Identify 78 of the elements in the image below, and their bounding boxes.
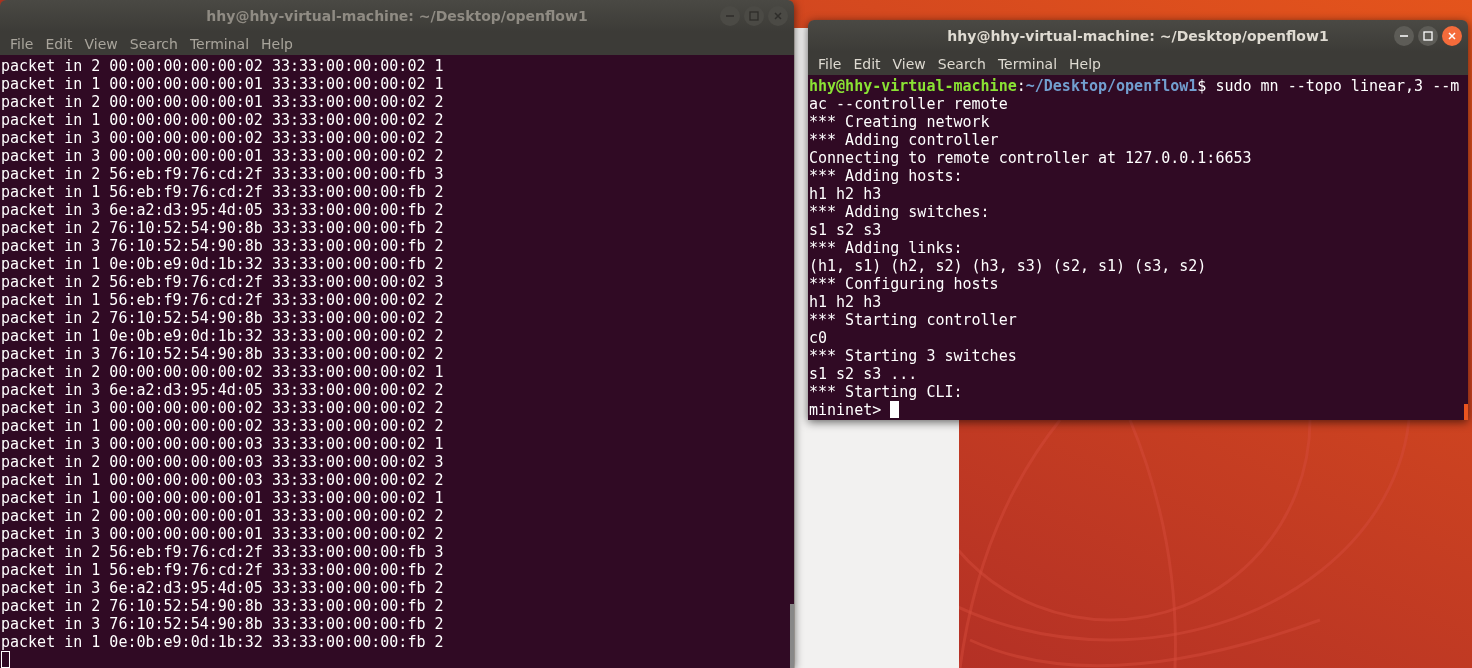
terminal-line: packet in 3 6e:a2:d3:95:4d:05 33:33:00:00:00:fb 2 — [1, 579, 444, 597]
terminal-line: *** Adding controller — [809, 131, 999, 149]
terminal-line: *** Starting 3 switches — [809, 347, 1017, 365]
terminal-line: packet in 2 56:eb:f9:76:cd:2f 33:33:00:00:00:02 3 — [1, 273, 444, 291]
terminal-line: packet in 3 6e:a2:d3:95:4d:05 33:33:00:00:00:fb 2 — [1, 201, 444, 219]
close-button[interactable] — [1442, 26, 1462, 46]
maximize-icon — [749, 11, 759, 21]
menu-item[interactable]: Terminal — [183, 35, 256, 52]
terminal-line: packet in 2 76:10:52:54:90:8b 33:33:00:00:00:02 2 — [1, 309, 444, 327]
shell-prompt: mininet> — [809, 401, 882, 419]
window-title: hhy@hhy-virtual-machine: ~/Desktop/openflow1 — [206, 8, 588, 24]
terminal-line: s1 s2 s3 ... — [809, 365, 918, 383]
scrollbar[interactable] — [790, 604, 794, 668]
menu-item[interactable]: Search — [123, 35, 184, 52]
terminal-line: packet in 3 00:00:00:00:00:01 33:33:00:00:00:02 2 — [1, 525, 444, 543]
menu-item[interactable]: Search — [931, 55, 992, 72]
terminal-line: packet in 3 00:00:00:00:00:01 33:33:00:00:00:02 2 — [1, 147, 444, 165]
command-text: $ sudo mn --topo linear,3 --m — [1197, 77, 1460, 95]
terminal-line: packet in 3 00:00:00:00:00:02 33:33:00:00:00:02 2 — [1, 399, 444, 417]
menu-item[interactable]: View — [78, 35, 124, 52]
terminal-line: packet in 1 0e:0b:e9:0d:1b:32 33:33:00:00:00:fb 2 — [1, 255, 444, 273]
menu-item[interactable]: Help — [255, 35, 299, 52]
prompt-separator: : — [1016, 77, 1026, 95]
terminal-line: *** Adding hosts: — [809, 167, 963, 185]
menu-item[interactable]: File — [4, 35, 40, 52]
terminal-line: packet in 2 00:00:00:00:00:02 33:33:00:00:00:02 1 — [1, 363, 444, 381]
terminal-line: *** Adding switches: — [809, 203, 990, 221]
prompt-path: ~/Desktop/openflow1 — [1025, 77, 1198, 95]
terminal-line: packet in 2 00:00:00:00:00:03 33:33:00:00:00:02 3 — [1, 453, 444, 471]
terminal-line: packet in 1 56:eb:f9:76:cd:2f 33:33:00:00:00:02 2 — [1, 291, 444, 309]
terminal-line: *** Adding links: — [809, 239, 963, 257]
terminal-line: packet in 1 00:00:00:00:00:02 33:33:00:00:00:02 2 — [1, 111, 444, 129]
terminal-line: h1 h2 h3 — [809, 185, 882, 203]
terminal-line: packet in 2 56:eb:f9:76:cd:2f 33:33:00:00:00:fb 3 — [1, 543, 444, 561]
terminal-line: s1 s2 s3 — [809, 221, 882, 239]
terminal-line: packet in 2 00:00:00:00:00:02 33:33:00:00:00:02 1 — [1, 57, 444, 75]
prompt-user: hhy@hhy-virtual-machine — [809, 77, 1017, 95]
terminal-line: *** Creating network — [809, 113, 990, 131]
terminal-line: c0 — [809, 329, 828, 347]
terminal-line: packet in 3 76:10:52:54:90:8b 33:33:00:00:00:fb 2 — [1, 237, 444, 255]
terminal-line: packet in 2 76:10:52:54:90:8b 33:33:00:00:00:fb 2 — [1, 597, 444, 615]
menu-item[interactable]: View — [886, 55, 932, 72]
terminal-line: packet in 1 00:00:00:00:00:01 33:33:00:00:00:02 1 — [1, 489, 444, 507]
terminal-line: packet in 3 76:10:52:54:90:8b 33:33:00:00:00:02 2 — [1, 345, 444, 363]
terminal-line: packet in 1 00:00:00:00:00:03 33:33:00:00:00:02 2 — [1, 471, 444, 489]
scrollbar[interactable] — [1464, 404, 1468, 420]
minimize-button[interactable] — [1394, 26, 1414, 46]
terminal-line: Connecting to remote controller at 127.0.0.1:6653 — [809, 149, 1252, 167]
maximize-icon — [1423, 31, 1433, 41]
terminal-line: packet in 1 0e:0b:e9:0d:1b:32 33:33:00:00:00:fb 2 — [1, 633, 444, 651]
terminal-line: packet in 2 56:eb:f9:76:cd:2f 33:33:00:00:00:fb 3 — [1, 165, 444, 183]
menu-item[interactable]: File — [812, 55, 848, 72]
terminal-line: ac --controller remote — [809, 95, 1008, 113]
terminal-line: packet in 2 76:10:52:54:90:8b 33:33:00:00:00:fb 2 — [1, 219, 444, 237]
terminal-line: packet in 1 00:00:00:00:00:01 33:33:00:00:00:02 1 — [1, 75, 444, 93]
terminal-line: packet in 3 6e:a2:d3:95:4d:05 33:33:00:00:00:02 2 — [1, 381, 444, 399]
terminal-line: packet in 1 00:00:00:00:00:02 33:33:00:00:00:02 2 — [1, 417, 444, 435]
menu-item[interactable]: Edit — [847, 55, 887, 72]
terminal-line: packet in 2 00:00:00:00:00:01 33:33:00:00:00:02 2 — [1, 507, 444, 525]
menu-item[interactable]: Edit — [39, 35, 79, 52]
terminal-line: packet in 3 76:10:52:54:90:8b 33:33:00:00:00:fb 2 — [1, 615, 444, 633]
terminal-line: *** Starting CLI: — [809, 383, 963, 401]
terminal-line: *** Starting controller — [809, 311, 1017, 329]
window-title: hhy@hhy-virtual-machine: ~/Desktop/openflow1 — [947, 28, 1329, 44]
close-icon — [1447, 31, 1457, 41]
terminal-line: h1 h2 h3 — [809, 293, 882, 311]
terminal-line: packet in 3 00:00:00:00:00:03 33:33:00:00:00:02 1 — [1, 435, 444, 453]
terminal-line: packet in 1 56:eb:f9:76:cd:2f 33:33:00:00:00:fb 2 — [1, 561, 444, 579]
close-icon — [773, 11, 783, 21]
maximize-button[interactable] — [1418, 26, 1438, 46]
terminal-line: packet in 1 56:eb:f9:76:cd:2f 33:33:00:00:00:fb 2 — [1, 183, 444, 201]
terminal-line: *** Configuring hosts — [809, 275, 999, 293]
terminal-line: packet in 3 00:00:00:00:00:02 33:33:00:00:00:02 2 — [1, 129, 444, 147]
terminal-line: (h1, s1) (h2, s2) (h3, s3) (s2, s1) (s3, s2) — [809, 257, 1207, 275]
terminal-line: packet in 1 0e:0b:e9:0d:1b:32 33:33:00:00:00:02 2 — [1, 327, 444, 345]
menu-item[interactable]: Terminal — [991, 55, 1064, 72]
menu-item[interactable]: Help — [1063, 55, 1107, 72]
terminal-line: packet in 2 00:00:00:00:00:01 33:33:00:00:00:02 2 — [1, 93, 444, 111]
